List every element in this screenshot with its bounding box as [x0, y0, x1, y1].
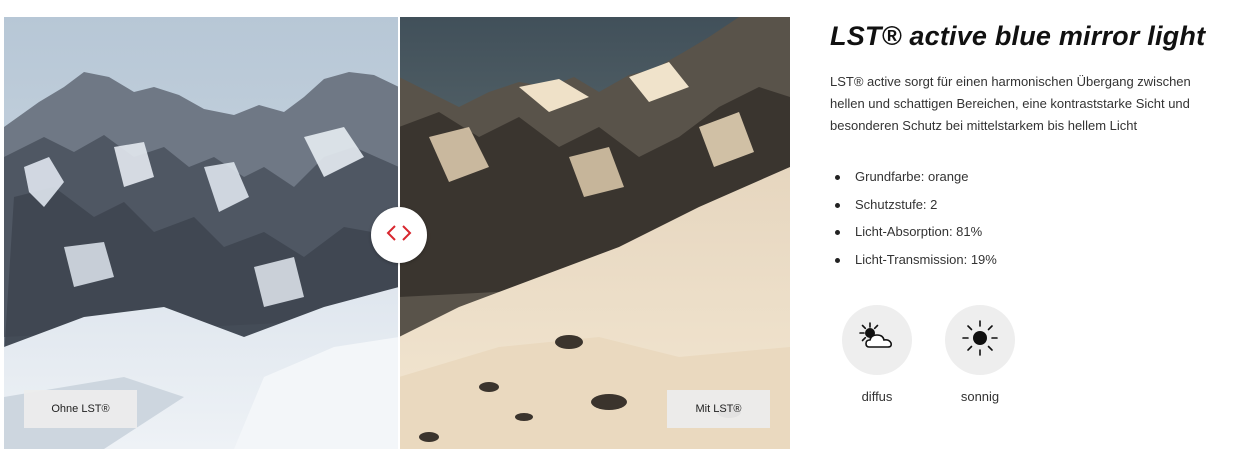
spec-item-base-color: Grundfarbe: orange	[830, 167, 1230, 195]
mountain-image-with-lst	[399, 17, 790, 449]
condition-diffus-label: diffus	[861, 389, 893, 404]
product-info: LST® active blue mirror light LST® activ…	[830, 18, 1230, 277]
sun-behind-cloud-icon	[854, 315, 900, 366]
label-without-lst: Ohne LST®	[24, 390, 137, 428]
chevron-left-right-icon	[386, 223, 412, 248]
condition-sonnig-badge	[945, 305, 1015, 375]
mountain-image-without-lst	[4, 17, 399, 449]
condition-diffus-badge	[842, 305, 912, 375]
product-title: LST® active blue mirror light	[830, 21, 1206, 51]
spec-item-protection-level: Schutzstufe: 2	[830, 195, 1230, 223]
product-description: LST® active sorgt für einen harmonischen…	[830, 74, 1191, 133]
condition-diffus: diffus	[837, 305, 917, 404]
label-with-lst: Mit LST®	[667, 390, 770, 428]
comparison-slider-handle[interactable]	[371, 207, 427, 263]
light-conditions: diffus sonnig	[830, 305, 1050, 415]
spec-item-light-transmission: Licht-Transmission: 19%	[830, 250, 1230, 278]
spec-item-light-absorption: Licht-Absorption: 81%	[830, 222, 1230, 250]
sun-icon	[957, 315, 1003, 366]
spec-list: Grundfarbe: orange Schutzstufe: 2 Licht-…	[830, 167, 1230, 277]
condition-sonnig: sonnig	[940, 305, 1020, 404]
lens-comparison-slider[interactable]: Ohne LST® Mit LST®	[4, 17, 790, 449]
condition-sonnig-label: sonnig	[960, 389, 1000, 404]
